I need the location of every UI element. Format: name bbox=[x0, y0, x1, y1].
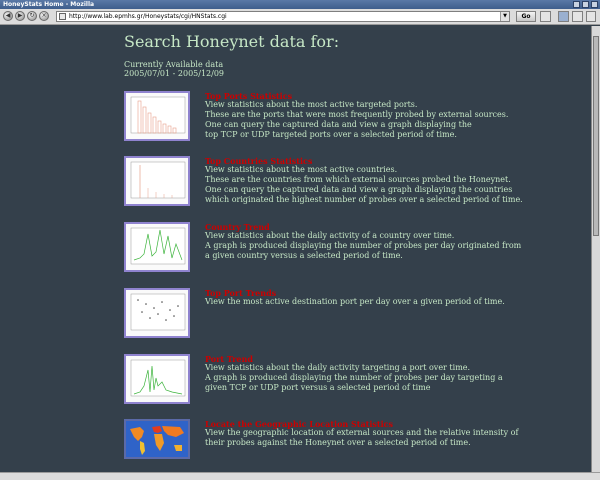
navigation-toolbar: ◀ ▶ ↻ × http://www.lab.epmhs.gr/Honeysta… bbox=[0, 9, 600, 25]
description-line: View statistics about the daily activity… bbox=[205, 363, 471, 372]
window-controls bbox=[573, 1, 598, 8]
bookmark-icon[interactable] bbox=[558, 11, 569, 22]
description-line: View statistics about the most active ta… bbox=[205, 100, 418, 109]
description-line: their probes against the Honeynet over a… bbox=[205, 438, 471, 447]
description-line: A graph is produced displaying the numbe… bbox=[205, 373, 503, 382]
description-line: View the most active destination port pe… bbox=[205, 297, 505, 306]
top-port-trends-description: View the most active destination port pe… bbox=[205, 297, 545, 307]
top-ports-description: View statistics about the most active ta… bbox=[205, 100, 545, 140]
description-line: a given country versus a selected period… bbox=[205, 251, 403, 260]
back-button[interactable]: ◀ bbox=[3, 11, 13, 21]
top-ports-thumbnail[interactable] bbox=[124, 91, 190, 141]
reload-button[interactable]: ↻ bbox=[27, 11, 37, 21]
throbber-icon bbox=[586, 11, 596, 22]
minimize-icon[interactable] bbox=[573, 1, 580, 8]
description-line: given TCP or UDP port versus a selected … bbox=[205, 383, 431, 392]
window-titlebar: HoneyStats Home - Mozilla bbox=[0, 0, 600, 9]
page-title: Search Honeynet data for: bbox=[124, 32, 340, 51]
port-trend-thumbnail[interactable] bbox=[124, 354, 190, 404]
description-line: One can query the captured data and view… bbox=[205, 185, 513, 194]
top-countries-description: View statistics about the most active co… bbox=[205, 165, 545, 205]
chevron-down-icon[interactable]: ▼ bbox=[500, 12, 509, 21]
status-bar bbox=[0, 472, 600, 480]
data-availability: Currently Available data 2005/07/01 - 20… bbox=[124, 60, 224, 78]
available-range: 2005/07/01 - 2005/12/09 bbox=[124, 69, 225, 78]
go-button[interactable]: Go bbox=[516, 11, 536, 22]
page-icon bbox=[59, 13, 66, 20]
description-line: View the geographic location of external… bbox=[205, 428, 519, 437]
description-line: A graph is produced displaying the numbe… bbox=[205, 241, 522, 250]
vertical-scrollbar[interactable] bbox=[591, 26, 600, 472]
geographic-location-description: View the geographic location of external… bbox=[205, 428, 545, 448]
print-icon[interactable] bbox=[572, 11, 583, 22]
description-line: View statistics about the most active co… bbox=[205, 165, 398, 174]
description-line: These are the countries from which exter… bbox=[205, 175, 511, 184]
port-trend-description: View statistics about the daily activity… bbox=[205, 363, 545, 393]
window-title: HoneyStats Home - Mozilla bbox=[3, 1, 95, 8]
forward-button[interactable]: ▶ bbox=[15, 11, 25, 21]
top-port-trends-thumbnail[interactable] bbox=[124, 288, 190, 338]
description-line: which originated the highest number of p… bbox=[205, 195, 523, 204]
scrollbar-thumb[interactable] bbox=[593, 36, 599, 236]
country-trend-thumbnail[interactable] bbox=[124, 222, 190, 272]
available-label: Currently Available data bbox=[124, 60, 224, 69]
description-line: These are the ports that were most frequ… bbox=[205, 110, 509, 119]
url-bar[interactable]: http://www.lab.epmhs.gr/Honeystats/cgi/H… bbox=[56, 11, 510, 22]
search-icon[interactable] bbox=[540, 11, 551, 22]
description-line: One can query the captured data and view… bbox=[205, 120, 472, 129]
description-line: View statistics about the daily activity… bbox=[205, 231, 455, 240]
country-trend-description: View statistics about the daily activity… bbox=[205, 231, 545, 261]
close-icon[interactable] bbox=[591, 1, 598, 8]
world-map-thumbnail[interactable] bbox=[124, 419, 190, 459]
description-line: top TCP or UDP targeted ports over a sel… bbox=[205, 130, 457, 139]
stop-button[interactable]: × bbox=[39, 11, 49, 21]
top-countries-thumbnail[interactable] bbox=[124, 156, 190, 206]
url-text: http://www.lab.epmhs.gr/Honeystats/cgi/H… bbox=[69, 13, 227, 20]
maximize-icon[interactable] bbox=[582, 1, 589, 8]
